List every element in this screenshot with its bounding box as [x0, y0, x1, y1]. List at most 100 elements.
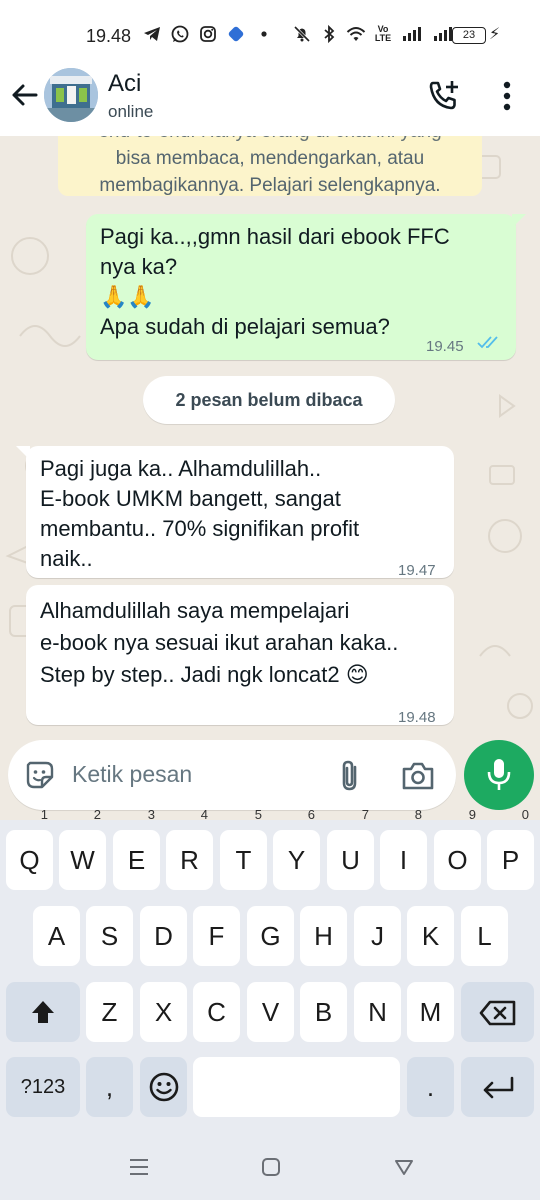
encryption-notice-line: membagikannya. Pelajari selengkapnya. — [99, 175, 441, 196]
key-v[interactable]: V — [247, 982, 294, 1042]
blue-app-icon — [228, 26, 244, 42]
status-bar: 19.48 Vo LTE 23 ⚡ — [0, 0, 540, 64]
message-bubble-outgoing[interactable]: Pagi ka..,,gmn hasil dari ebook FFC nya … — [86, 214, 526, 360]
signal-icon — [403, 27, 421, 41]
system-icons: Vo LTE — [292, 24, 455, 44]
key-q[interactable]: Q1 — [6, 808, 53, 890]
more-vert-icon[interactable] — [494, 78, 520, 114]
bluetooth-icon — [324, 24, 335, 44]
contact-status: online — [108, 102, 154, 121]
key-d[interactable]: D — [140, 906, 187, 966]
attach-icon[interactable] — [336, 759, 364, 793]
key-c[interactable]: C — [193, 982, 240, 1042]
key-hint: 9 — [468, 807, 476, 822]
back-icon[interactable] — [393, 1156, 415, 1178]
key-e[interactable]: E3 — [113, 808, 160, 890]
key-label: Y — [287, 845, 306, 875]
wifi-icon — [346, 27, 366, 41]
mic-button[interactable] — [464, 740, 534, 810]
home-icon[interactable] — [260, 1156, 282, 1178]
shift-key[interactable] — [6, 982, 80, 1042]
contact-name[interactable]: Aci — [108, 70, 141, 98]
encryption-notice-line: end-to-end. Hanya orang di chat ini yang — [58, 136, 482, 145]
key-comma[interactable]: , — [86, 1057, 133, 1117]
key-g[interactable]: G — [247, 906, 294, 966]
message-time: 19.45 — [426, 338, 464, 355]
key-i[interactable]: I8 — [380, 808, 427, 890]
emoji-icon — [149, 1072, 179, 1102]
key-p[interactable]: P0 — [487, 808, 534, 890]
backspace-key[interactable] — [461, 982, 534, 1042]
enter-key[interactable] — [461, 1057, 534, 1117]
key-u[interactable]: U7 — [327, 808, 374, 890]
key-label: R — [180, 845, 199, 875]
bubble-tail — [16, 446, 30, 460]
input-placeholder: Ketik pesan — [72, 761, 193, 787]
key-l[interactable]: L — [461, 906, 508, 966]
back-arrow-icon[interactable] — [8, 78, 42, 112]
key-label: T — [235, 845, 252, 875]
key-b[interactable]: B — [300, 982, 347, 1042]
key-period[interactable]: . — [407, 1057, 454, 1117]
notification-icons — [142, 24, 274, 44]
key-y[interactable]: Y6 — [273, 808, 320, 890]
avatar[interactable] — [44, 68, 98, 122]
key-label: I — [399, 845, 408, 875]
key-hint: 5 — [254, 807, 262, 822]
key-n[interactable]: N — [354, 982, 401, 1042]
key-label: P — [501, 845, 520, 875]
mute-icon — [293, 25, 311, 43]
key-w[interactable]: W2 — [59, 808, 106, 890]
message-bubble-incoming[interactable]: Pagi juga ka.. Alhamdulillah.. E-book UM… — [16, 446, 454, 579]
camera-icon[interactable] — [400, 760, 436, 792]
emoji-key[interactable] — [140, 1057, 187, 1117]
key-h[interactable]: H — [300, 906, 347, 966]
key-o[interactable]: O9 — [434, 808, 481, 890]
key-hint: 4 — [200, 807, 208, 822]
key-label: U — [341, 845, 360, 875]
key-j[interactable]: J — [354, 906, 401, 966]
charging-icon: ⚡ — [489, 26, 501, 43]
read-ticks-icon — [477, 336, 498, 349]
key-f[interactable]: F — [193, 906, 240, 966]
key-s[interactable]: S — [86, 906, 133, 966]
sticker-icon[interactable] — [24, 759, 56, 791]
space-key[interactable] — [193, 1057, 400, 1117]
add-call-icon[interactable] — [426, 78, 462, 114]
key-hint: 8 — [414, 807, 422, 822]
message-bubble-incoming[interactable]: Alhamdulillah saya mempelajari e-book ny… — [26, 585, 454, 726]
key-k[interactable]: K — [407, 906, 454, 966]
key-label: Q — [19, 845, 40, 875]
keyboard: Q1 W2 E3 R4 T5 Y6 U7 I8 O9 P0 A S D F G … — [0, 808, 540, 1134]
battery-icon: 23 — [452, 27, 486, 44]
backspace-icon — [479, 1000, 516, 1026]
message-text: Alhamdulillah saya mempelajari e-book ny… — [40, 598, 399, 687]
key-a[interactable]: A — [33, 906, 80, 966]
key-hint: 0 — [521, 807, 529, 822]
shift-icon — [32, 1001, 54, 1023]
dot-icon — [261, 31, 267, 37]
key-t[interactable]: T5 — [220, 808, 267, 890]
message-text: Pagi ka..,,gmn hasil dari ebook FFC nya … — [100, 224, 450, 339]
symbols-key[interactable]: ?123 — [6, 1057, 80, 1117]
unread-divider: 2 pesan belum dibaca — [143, 376, 395, 424]
message-input[interactable]: Ketik pesan — [8, 740, 456, 810]
key-m[interactable]: M — [407, 982, 454, 1042]
key-hint: 3 — [147, 807, 155, 822]
key-z[interactable]: Z — [86, 982, 133, 1042]
message-text: Pagi juga ka.. Alhamdulillah.. E-book UM… — [40, 456, 360, 571]
chat-area[interactable]: end-to-end. Hanya orang di chat ini yang… — [0, 136, 540, 820]
key-hint: 6 — [307, 807, 315, 822]
encryption-notice[interactable]: end-to-end. Hanya orang di chat ini yang… — [58, 136, 482, 196]
enter-icon — [483, 1076, 514, 1099]
message-time: 19.47 — [398, 562, 436, 579]
key-hint: 7 — [361, 807, 369, 822]
mic-icon — [487, 759, 511, 790]
telegram-icon — [144, 27, 160, 41]
recents-icon[interactable] — [128, 1156, 150, 1178]
chat-header: Aci online — [0, 64, 540, 136]
status-time: 19.48 — [86, 26, 132, 46]
key-hint: 2 — [93, 807, 101, 822]
key-r[interactable]: R4 — [166, 808, 213, 890]
key-x[interactable]: X — [140, 982, 187, 1042]
